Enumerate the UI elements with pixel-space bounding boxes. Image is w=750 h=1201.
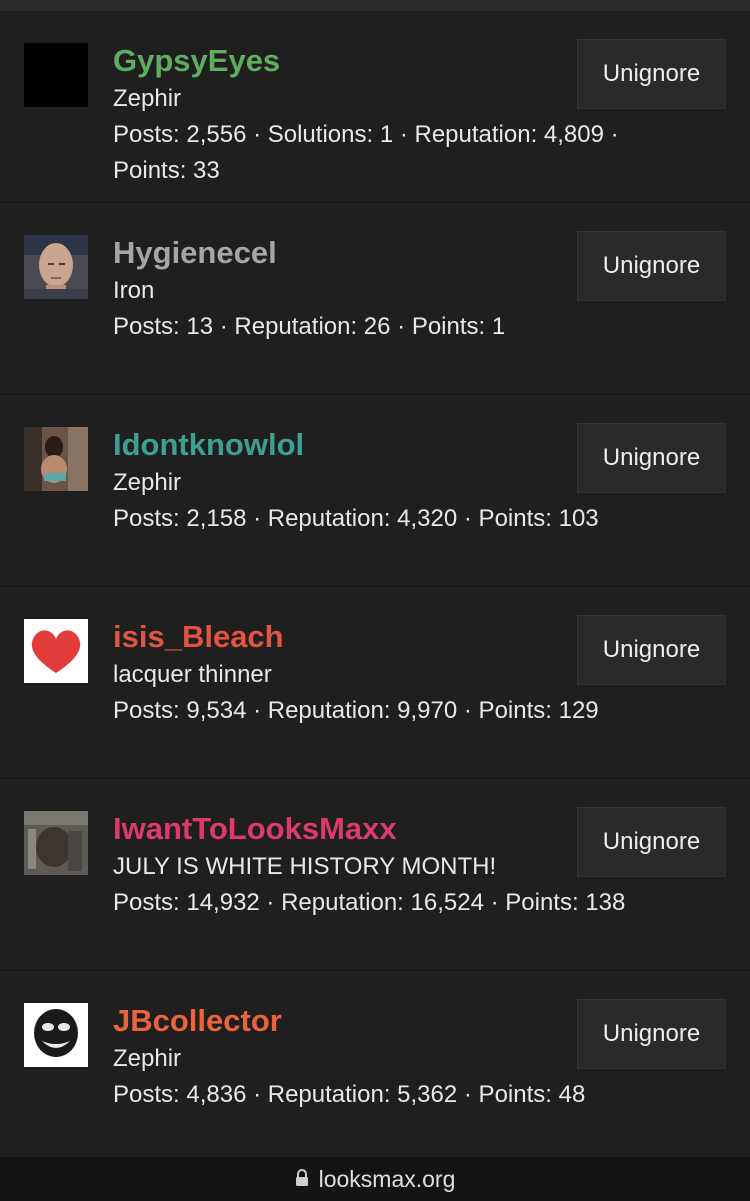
avatar[interactable] — [24, 235, 88, 299]
user-stats: Posts: 2,556 · Solutions: 1 · Reputation… — [113, 121, 619, 184]
list-item: JBcollector Zephir Posts: 4,836 · Reputa… — [0, 971, 750, 1163]
username-link[interactable]: IwantToLooksMaxx — [113, 809, 650, 849]
list-item: Hygienecel Iron Posts: 13 · Reputation: … — [0, 203, 750, 395]
username-link[interactable]: Hygienecel — [113, 233, 650, 273]
user-title: Iron — [113, 277, 155, 304]
unignore-button[interactable]: Unignore — [577, 231, 726, 301]
list-item: IwantToLooksMaxx JULY IS WHITE HISTORY M… — [0, 779, 750, 971]
username-link[interactable]: isis_Bleach — [113, 617, 650, 657]
unignore-button[interactable]: Unignore — [577, 615, 726, 685]
url-text: looksmax.org — [318, 1165, 456, 1192]
unignore-button[interactable]: Unignore — [577, 39, 726, 109]
ignored-users-list: GypsyEyes Zephir Posts: 2,556 · Solution… — [0, 11, 750, 1163]
unignore-button[interactable]: Unignore — [577, 423, 726, 493]
list-item: Idontknowlol Zephir Posts: 2,158 · Reput… — [0, 395, 750, 587]
username-link[interactable]: GypsyEyes — [113, 41, 650, 81]
user-title: Zephir — [113, 85, 182, 112]
user-stats: Posts: 4,836 · Reputation: 5,362 · Point… — [113, 1081, 586, 1108]
avatar[interactable] — [24, 1003, 88, 1067]
unignore-button[interactable]: Unignore — [577, 999, 726, 1069]
browser-address-bar[interactable]: looksmax.org — [0, 1157, 750, 1201]
username-link[interactable]: Idontknowlol — [113, 425, 650, 465]
user-title: lacquer thinner — [113, 661, 272, 688]
user-stats: Posts: 9,534 · Reputation: 9,970 · Point… — [113, 697, 599, 724]
list-item: GypsyEyes Zephir Posts: 2,556 · Solution… — [0, 11, 750, 203]
user-stats: Posts: 14,932 · Reputation: 16,524 · Poi… — [113, 889, 626, 916]
user-stats: Posts: 2,158 · Reputation: 4,320 · Point… — [113, 505, 599, 532]
user-stats: Posts: 13 · Reputation: 26 · Points: 1 — [113, 313, 506, 340]
user-title: JULY IS WHITE HISTORY MONTH! — [113, 853, 497, 880]
avatar[interactable] — [24, 619, 88, 683]
unignore-button[interactable]: Unignore — [577, 807, 726, 877]
list-item: isis_Bleach lacquer thinner Posts: 9,534… — [0, 587, 750, 779]
username-link[interactable]: JBcollector — [113, 1001, 650, 1041]
user-title: Zephir — [113, 469, 182, 496]
avatar[interactable] — [24, 811, 88, 875]
avatar[interactable] — [24, 427, 88, 491]
top-bar — [0, 0, 750, 11]
avatar[interactable] — [24, 43, 88, 107]
lock-icon — [295, 1166, 309, 1193]
user-title: Zephir — [113, 1045, 182, 1072]
